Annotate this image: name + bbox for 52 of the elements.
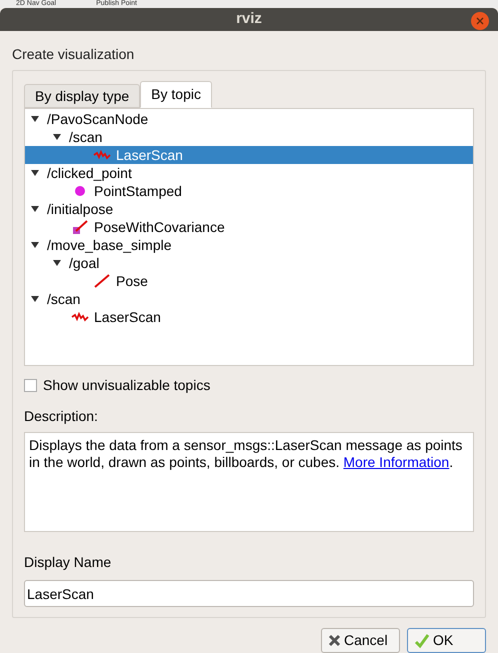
checkmark-icon [414,632,430,648]
tree-item-label: PoseWithCovariance [94,218,225,236]
tree-item[interactable]: /scan [25,290,473,308]
window-title: rviz [236,9,262,30]
ok-button[interactable]: OK [407,628,486,653]
display-name-field[interactable]: LaserScan [24,580,474,607]
more-information-link[interactable]: More Information [343,454,450,470]
tree-item-label: /scan [69,128,102,146]
checkbox[interactable] [24,379,37,392]
tab[interactable]: By display type [24,84,140,108]
tree-item[interactable]: Pose [25,272,473,290]
tree-item-label: Pose [116,272,148,290]
tree-item-label: /move_base_simple [47,236,172,255]
scan-wave-icon [71,312,89,322]
expanded-arrow-icon[interactable] [31,296,39,302]
expanded-arrow-icon[interactable] [31,116,39,122]
tree-item-label: /PavoScanNode [47,110,148,128]
tree-item[interactable]: /scan [25,128,473,146]
close-icon [328,634,341,647]
tab[interactable]: By topic [140,81,212,108]
expanded-arrow-icon[interactable] [53,134,61,140]
tree-item[interactable]: LaserScan [25,146,473,164]
expanded-arrow-icon[interactable] [53,260,61,266]
section-heading: Create visualization [12,45,136,64]
tree-item-label: /scan [47,290,80,308]
tree-item[interactable]: /clicked_point [25,164,473,182]
tree-item[interactable]: PoseWithCovariance [25,218,473,236]
tree-item[interactable]: /PavoScanNode [25,110,473,128]
description-label: Description: [24,407,99,426]
arrow-square-icon [72,219,88,235]
tree-item-label: /goal [69,254,100,273]
tree-item-label: PointStamped [94,182,182,201]
checkbox-label: Show unvisualizable topics [43,376,210,395]
description-text: Displays the data from a sensor_msgs::LaserScan message as points in the world, drawn as points, billboards, or cubes. More Information. [29,437,464,471]
dot-icon [74,185,86,197]
tree-item-label: /clicked_point [47,164,132,183]
close-button[interactable] [471,12,489,30]
tree-item-label: LaserScan [94,308,161,326]
close-icon [476,17,484,25]
tree-item[interactable]: LaserScan [25,308,473,326]
display-name-label: Display Name [24,553,112,572]
tree-item[interactable]: /initialpose [25,200,473,218]
tree-item[interactable]: /move_base_simple [25,236,473,254]
expanded-arrow-icon[interactable] [31,206,39,212]
tree-item-label: /initialpose [47,200,114,219]
expanded-arrow-icon[interactable] [31,242,39,248]
tree-item[interactable]: PointStamped [25,182,473,200]
scan-wave-icon [93,150,111,160]
tree-item[interactable]: /goal [25,254,473,272]
expanded-arrow-icon[interactable] [31,170,39,176]
tree-item-label: LaserScan [116,146,183,164]
cancel-button[interactable]: Cancel [321,628,400,653]
